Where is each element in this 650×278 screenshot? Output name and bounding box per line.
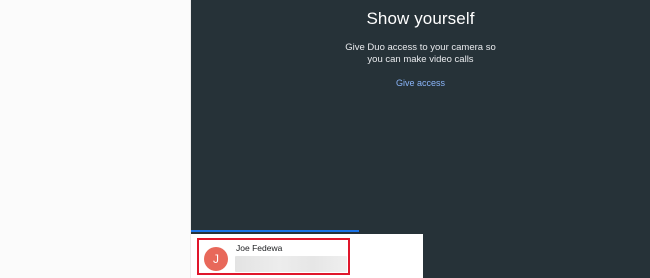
give-access-link[interactable]: Give access [392, 76, 449, 90]
contact-list: J Joe Fedewa [191, 234, 423, 278]
contact-avatar: J [204, 247, 228, 271]
duo-window: Show yourself Give Duo access to your ca… [0, 0, 650, 278]
camera-prompt-title: Show yourself [366, 9, 475, 28]
give-access-link-container: Give access [191, 76, 650, 90]
contact-number-redacted [235, 256, 347, 272]
contact-row-joe-fedewa[interactable]: J Joe Fedewa [197, 238, 350, 275]
loading-progress-bar [191, 230, 359, 232]
camera-prompt-description-line-2: you can make video calls [367, 54, 474, 65]
camera-prompt-description: Give Duo access to your camera so you ca… [191, 42, 650, 66]
camera-prompt-description-line-1: Give Duo access to your camera so [345, 42, 496, 53]
left-blank-panel [0, 0, 191, 278]
contact-name: Joe Fedewa [236, 243, 283, 253]
